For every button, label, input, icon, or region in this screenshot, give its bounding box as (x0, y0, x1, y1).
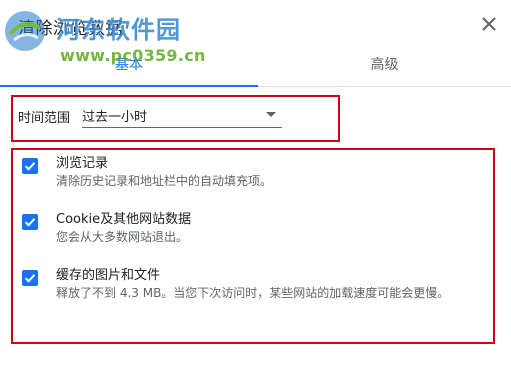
option-title: Cookie及其他网站数据 (56, 212, 192, 227)
option-title: 浏览记录 (56, 156, 109, 171)
option-cache: 缓存的图片和文件 释放了不到 4.3 MB。当您下次访问时，某些网站的加载速度可… (18, 264, 488, 308)
option-cookies: Cookie及其他网站数据 您会从大多数网站退出。 (18, 208, 488, 252)
option-description: 清除历史记录和地址栏中的自动填充项。 (56, 174, 273, 188)
time-range-label: 时间范围 (18, 111, 71, 126)
close-button[interactable] (477, 12, 501, 36)
check-icon (24, 274, 36, 283)
active-tab-indicator (0, 85, 258, 87)
option-title: 缓存的图片和文件 (56, 268, 161, 283)
time-range-select[interactable]: 过去一小时 (82, 103, 282, 128)
tab-basic-label: 基本 (115, 57, 143, 73)
time-range-value: 过去一小时 (82, 110, 148, 125)
dialog-title: 清除浏览数据 (18, 19, 123, 39)
option-description: 您会从大多数网站退出。 (56, 230, 189, 244)
clear-browsing-data-dialog: 清除浏览数据 基本 高级 时间范围 过去一小时 浏览记录 清除历史记录和地址栏中… (0, 0, 511, 382)
check-icon (24, 162, 36, 171)
triangle-down-icon (266, 112, 276, 117)
tab-basic[interactable]: 基本 (0, 50, 258, 87)
check-icon (24, 218, 36, 227)
close-icon (482, 17, 496, 31)
tab-bar: 基本 高级 (0, 50, 511, 87)
tab-advanced[interactable]: 高级 (258, 50, 511, 86)
browsing-history-checkbox[interactable] (22, 158, 38, 174)
option-description: 释放了不到 4.3 MB。当您下次访问时，某些网站的加载速度可能会更慢。 (56, 286, 450, 300)
cookies-checkbox[interactable] (22, 214, 38, 230)
option-browsing-history: 浏览记录 清除历史记录和地址栏中的自动填充项。 (18, 152, 488, 196)
cache-checkbox[interactable] (22, 270, 38, 286)
tab-advanced-label: 高级 (370, 57, 399, 73)
